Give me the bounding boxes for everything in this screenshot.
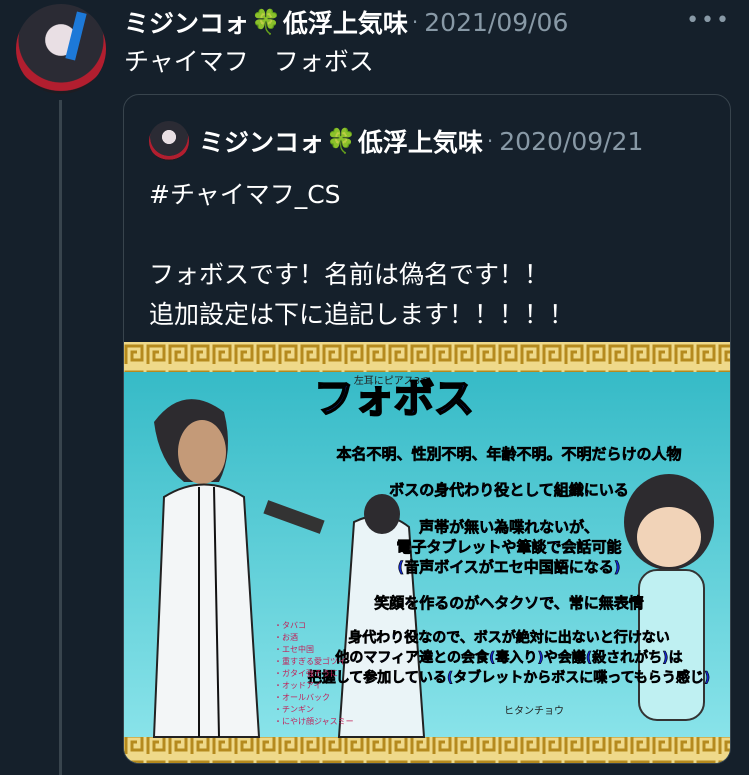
tweet-header: ミジンコォ 🍀 低浮上気味 · 2021/09/06 <box>124 2 724 42</box>
quoted-author-suffix[interactable]: 低浮上気味 <box>358 123 483 159</box>
image-line-5: (音声ボイスがエセ中国語になる) <box>397 558 620 576</box>
image-line-7: 身代わり役なので、ボスが絶対に出ないと行けない <box>348 629 669 646</box>
svg-text:・お酒: ・お酒 <box>274 633 298 642</box>
quoted-header: ミジンコォ 🍀 低浮上気味 · 2020/09/21 <box>149 121 643 161</box>
author-name[interactable]: ミジンコォ <box>124 4 249 40</box>
tweet-date[interactable]: 2021/09/06 <box>424 8 568 37</box>
clover-icon: 🍀 <box>326 127 356 155</box>
separator-dot: · <box>411 10 419 34</box>
media-image[interactable]: 左耳にピアス3つ フォボス 本名不明、性別不明、年齢不明。不明だらけの人物 ボス… <box>124 342 730 763</box>
svg-text:・にやけ顔ジャスミー: ・にやけ顔ジャスミー <box>274 716 354 726</box>
image-line-8: 他のマフィア達との会食(毒入り)や会議(殺されがち)は <box>334 649 682 666</box>
quoted-date[interactable]: 2020/09/21 <box>499 127 643 156</box>
gold-border-top <box>124 342 730 372</box>
image-line-6: 笑顔を作るのがヘタクソで、常に無表情 <box>374 594 643 612</box>
artist-sig: ヒタンチョウ <box>504 705 564 717</box>
image-line-2: ボスの身代わり役として組織にいる <box>389 481 629 499</box>
image-line-1: 本名不明、性別不明、年齢不明。不明だらけの人物 <box>336 445 681 463</box>
svg-text:・タバコ: ・タバコ <box>274 621 306 630</box>
image-line-9: 把握して参加している(タブレットからボスに喋ってもらう感じ) <box>308 669 711 686</box>
quoted-author-name[interactable]: ミジンコォ <box>199 123 324 159</box>
more-options-icon[interactable]: ••• <box>686 8 731 33</box>
quoted-tweet[interactable]: ミジンコォ 🍀 低浮上気味 · 2020/09/21 #チャイマフ_CS フォボ… <box>123 94 731 764</box>
svg-text:・ガタイ強そうに: ・ガタイ強そうに <box>274 668 338 678</box>
tweet-text: チャイマフ フォボス <box>124 47 374 76</box>
clover-icon: 🍀 <box>251 8 281 36</box>
separator-dot: · <box>486 129 494 153</box>
avatar[interactable] <box>16 4 106 94</box>
svg-text:・オッドアイ: ・オッドアイ <box>274 681 322 690</box>
svg-text:・重すぎる愛ゴツイ: ・重すぎる愛ゴツイ <box>274 656 346 666</box>
thread-line <box>59 100 62 775</box>
image-line-4: 電子タブレットや筆談で会話可能 <box>396 538 621 556</box>
image-title: フォボス <box>314 376 474 422</box>
svg-text:・オールバック: ・オールバック <box>274 693 330 702</box>
svg-text:・チンギン: ・チンギン <box>274 705 314 714</box>
image-line-3: 声帯が無い為喋れないが、 <box>418 518 599 536</box>
quoted-avatar[interactable] <box>149 121 189 161</box>
svg-text:・エセ中国: ・エセ中国 <box>274 644 314 654</box>
quoted-text: #チャイマフ_CS フォボスです！名前は偽名です！！ 追加設定は下に追記します！… <box>149 180 575 329</box>
author-name-suffix[interactable]: 低浮上気味 <box>283 4 408 40</box>
gold-border-bottom <box>124 737 730 763</box>
